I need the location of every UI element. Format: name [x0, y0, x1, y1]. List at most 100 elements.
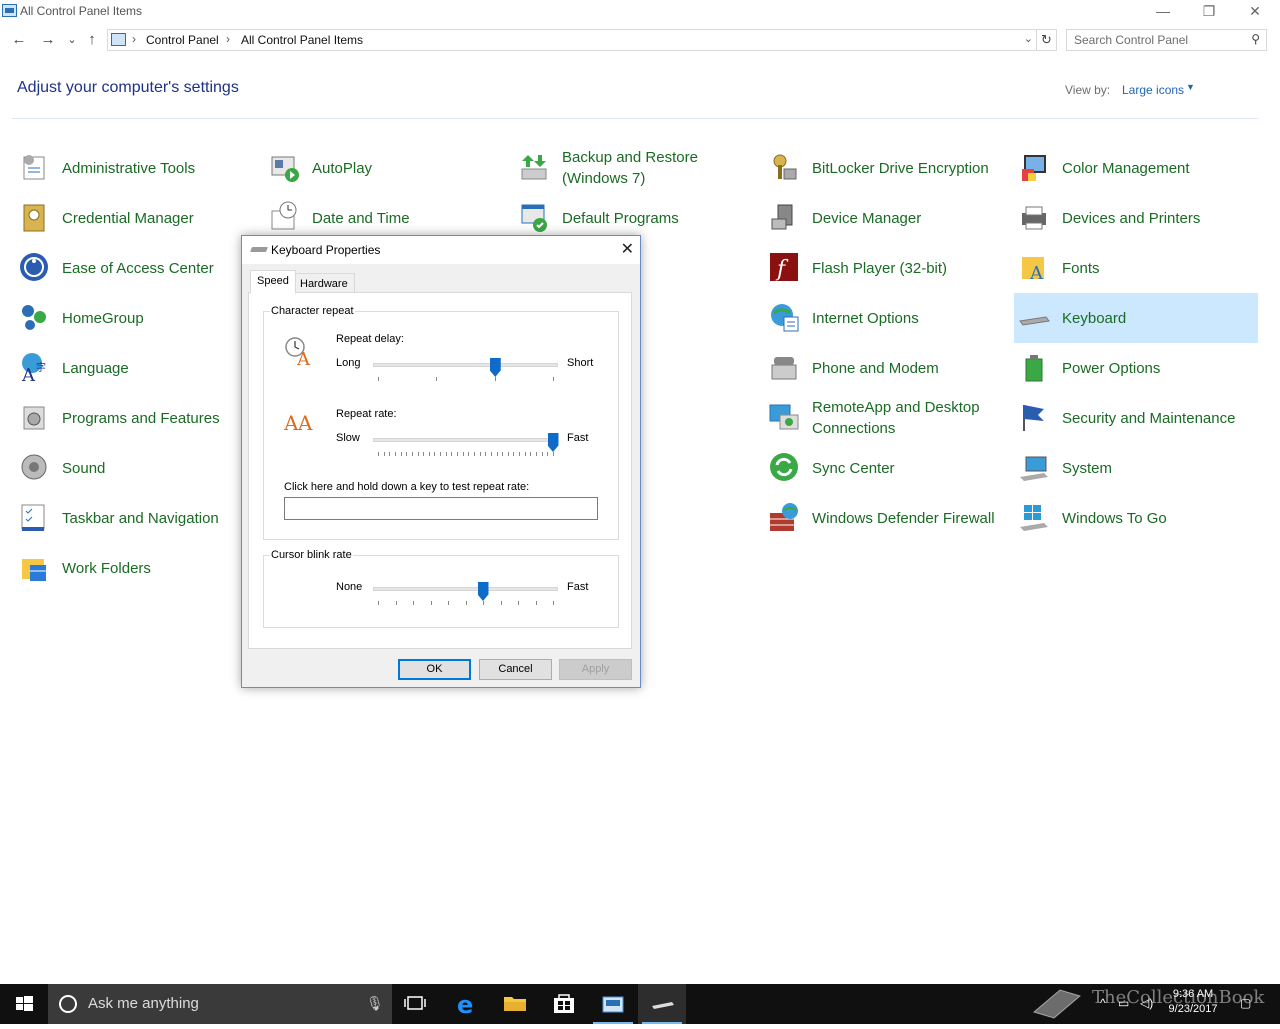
item-power-options[interactable]: Power Options: [1014, 343, 1258, 393]
search-input[interactable]: [1074, 31, 1244, 49]
restore-button[interactable]: ❐: [1186, 0, 1232, 24]
taskbar-control-panel[interactable]: [589, 984, 637, 1024]
item-label: Windows Defender Firewall: [812, 509, 995, 527]
taskbar-file-explorer[interactable]: [491, 984, 539, 1024]
control-panel-icon: [111, 33, 126, 46]
svg-text:字: 字: [36, 361, 46, 374]
item-windows-to-go[interactable]: Windows To Go: [1014, 493, 1258, 543]
minimize-button[interactable]: —: [1140, 0, 1186, 24]
item-label: Power Options: [1062, 359, 1161, 377]
homegroup-icon: [22, 305, 46, 330]
task-view-button[interactable]: [392, 984, 440, 1024]
item-phone-and-modem[interactable]: Phone and Modem: [764, 343, 1008, 393]
slider-tick: [457, 452, 459, 456]
item-sound[interactable]: Sound: [14, 443, 258, 493]
item-devices-and-printers[interactable]: Devices and Printers: [1014, 193, 1258, 243]
item-autoplay[interactable]: AutoPlay: [264, 143, 508, 193]
item-language[interactable]: A 字 Language: [14, 343, 258, 393]
refresh-icon[interactable]: ↻: [1037, 29, 1057, 51]
apply-button[interactable]: Apply: [559, 659, 632, 680]
slider-tick: [411, 452, 413, 456]
search-box[interactable]: ⚲: [1066, 29, 1267, 51]
test-repeat-input[interactable]: [284, 497, 598, 520]
item-work-folders[interactable]: Work Folders: [14, 543, 258, 593]
item-taskbar-and-navigation[interactable]: Taskbar and Navigation: [14, 493, 258, 543]
cortana-search-box[interactable]: Ask me anything 🎙: [48, 984, 392, 1024]
repeat-rate-max-label: Fast: [567, 432, 589, 444]
microphone-icon[interactable]: 🎙: [366, 995, 384, 1012]
slider-tick: [494, 377, 496, 381]
item-administrative-tools[interactable]: Administrative Tools: [14, 143, 258, 193]
item-label: Backup and Restore (Windows 7): [562, 149, 698, 187]
item-internet-options[interactable]: Internet Options: [764, 293, 1008, 343]
item-label: Sound: [62, 459, 106, 477]
page-title: Adjust your computer's settings: [17, 79, 239, 96]
item-label: Administrative Tools: [62, 159, 196, 177]
slider-tick: [479, 452, 481, 456]
svg-text:A: A: [21, 365, 36, 383]
cancel-button[interactable]: Cancel: [479, 659, 552, 680]
item-label: Devices and Printers: [1062, 209, 1201, 227]
repeat-rate-label: Repeat rate:: [336, 408, 397, 420]
item-ease-of-access-center[interactable]: Ease of Access Center: [14, 243, 258, 293]
ok-button[interactable]: OK: [398, 659, 471, 680]
speaker-icon: [21, 454, 47, 480]
repeat-rate-track[interactable]: [373, 438, 558, 442]
start-button[interactable]: [0, 984, 48, 1024]
item-label: AutoPlay: [312, 159, 373, 177]
item-keyboard[interactable]: Keyboard: [1014, 293, 1258, 343]
search-icon[interactable]: ⚲: [1251, 32, 1260, 46]
forward-arrow-icon[interactable]: →: [38, 30, 58, 50]
recent-locations-icon[interactable]: ⌄: [62, 30, 82, 50]
item-bitlocker-drive-encryption[interactable]: BitLocker Drive Encryption: [764, 143, 1008, 193]
taskbar-keyboard-properties[interactable]: [638, 984, 686, 1024]
caret-down-icon[interactable]: ▼: [1186, 82, 1195, 92]
breadcrumb-control-panel[interactable]: Control Panel: [146, 33, 219, 47]
item-label: Taskbar and Navigation: [62, 509, 219, 527]
item-credential-manager[interactable]: Credential Manager: [14, 193, 258, 243]
item-flash-player-32-bit[interactable]: f Flash Player (32-bit): [764, 243, 1008, 293]
item-programs-and-features[interactable]: Programs and Features: [14, 393, 258, 443]
up-arrow-icon[interactable]: ↑: [82, 30, 102, 50]
view-by-label: View by:: [1065, 83, 1111, 97]
cursor-blink-min-label: None: [336, 581, 363, 593]
task-view-icon: [404, 996, 426, 1010]
slider-tick: [378, 377, 379, 381]
item-sync-center[interactable]: Sync Center: [764, 443, 1008, 493]
item-security-and-maintenance[interactable]: Security and Maintenance: [1014, 393, 1258, 443]
item-backup-and-restore-windows-7[interactable]: Backup and Restore (Windows 7): [514, 143, 758, 193]
address-bar[interactable]: › Control Panel › All Control Panel Item…: [107, 29, 1037, 51]
item-remoteapp-and-desktop-connections[interactable]: RemoteApp and Desktop Connections: [764, 393, 1008, 443]
slider-tick: [400, 452, 402, 456]
slider-tick: [524, 452, 526, 456]
tab-hardware[interactable]: Hardware: [293, 273, 355, 293]
dialog-close-button[interactable]: ✕: [621, 239, 634, 259]
item-color-management[interactable]: Color Management: [1014, 143, 1258, 193]
item-label: Phone and Modem: [812, 359, 939, 377]
item-windows-defender-firewall[interactable]: Windows Defender Firewall: [764, 493, 1008, 543]
window-titlebar: All Control Panel Items — ❐ ✕: [0, 0, 1280, 24]
breadcrumb-all-items[interactable]: All Control Panel Items: [241, 33, 363, 47]
fonts-icon: A: [1022, 257, 1044, 283]
taskbar-store[interactable]: [540, 984, 588, 1024]
close-button[interactable]: ✕: [1232, 0, 1278, 24]
firewall-icon: [770, 503, 798, 531]
repeat-rate-min-label: Slow: [336, 432, 360, 444]
item-homegroup[interactable]: HomeGroup: [14, 293, 258, 343]
back-arrow-icon[interactable]: ←: [9, 30, 29, 50]
item-device-manager[interactable]: Device Manager: [764, 193, 1008, 243]
item-label: Windows To Go: [1062, 509, 1167, 527]
item-label: Sync Center: [812, 459, 895, 477]
taskbar-edge[interactable]: e: [443, 984, 491, 1024]
tab-speed[interactable]: Speed: [250, 270, 296, 294]
slider-tick: [485, 452, 487, 456]
item-system[interactable]: System: [1014, 443, 1258, 493]
cursor-blink-track[interactable]: [373, 587, 558, 591]
view-by-dropdown[interactable]: Large icons: [1122, 83, 1184, 97]
item-fonts[interactable]: A Fonts: [1014, 243, 1258, 293]
repeat-delay-track[interactable]: [373, 363, 558, 367]
slider-tick: [378, 452, 379, 456]
cortana-placeholder: Ask me anything: [88, 995, 199, 1012]
item-label: Keyboard: [1062, 309, 1127, 327]
chevron-down-icon[interactable]: ⌄: [1024, 32, 1033, 45]
